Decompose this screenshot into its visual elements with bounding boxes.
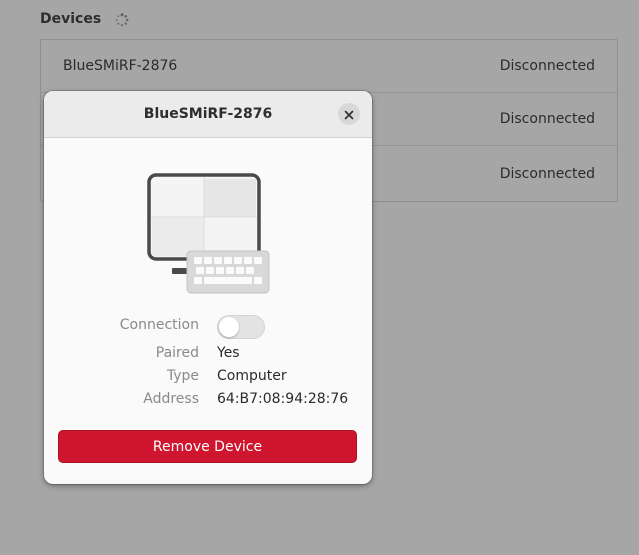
device-details-dialog: BlueSMiRF-2876 Connection Paired Yes Typ… xyxy=(44,91,372,484)
connection-row: Connection xyxy=(44,315,372,340)
type-row: Type Computer xyxy=(44,368,372,391)
address-value: 64:B7:08:94:28:76 xyxy=(217,391,349,407)
toggle-knob xyxy=(219,317,239,337)
refresh-spinner-icon xyxy=(115,12,129,27)
remove-device-button[interactable]: Remove Device xyxy=(58,430,357,463)
device-status: Disconnected xyxy=(499,165,595,182)
device-name: BlueSMiRF-2876 xyxy=(63,58,178,74)
devices-header: Devices xyxy=(40,10,129,28)
paired-label: Paired xyxy=(155,345,199,361)
dialog-title: BlueSMiRF-2876 xyxy=(143,106,273,122)
address-row: Address 64:B7:08:94:28:76 xyxy=(44,391,372,414)
close-button[interactable] xyxy=(338,103,360,125)
devices-title: Devices xyxy=(40,11,102,27)
type-value: Computer xyxy=(217,368,287,384)
paired-value: Yes xyxy=(217,345,240,361)
type-label: Type xyxy=(166,368,199,384)
device-properties: Connection Paired Yes Type Computer Addr… xyxy=(44,315,372,414)
connection-toggle[interactable] xyxy=(217,315,265,339)
computer-icon xyxy=(144,171,274,296)
close-icon xyxy=(344,105,354,124)
device-status: Disconnected xyxy=(499,111,595,127)
address-label: Address xyxy=(143,391,199,407)
paired-row: Paired Yes xyxy=(44,345,372,368)
device-status: Disconnected xyxy=(499,58,595,74)
connection-label: Connection xyxy=(119,317,199,333)
device-row[interactable]: BlueSMiRF-2876 Disconnected xyxy=(41,40,617,93)
dialog-header: BlueSMiRF-2876 xyxy=(44,91,372,138)
